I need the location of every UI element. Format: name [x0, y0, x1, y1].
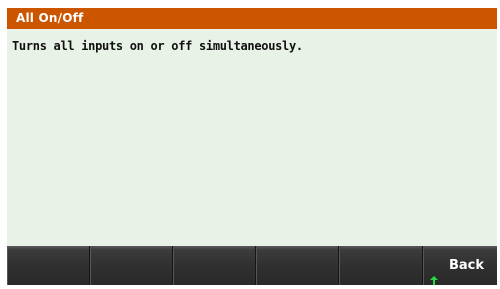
softkey-bar: Back — [7, 246, 497, 285]
back-button[interactable]: Back — [423, 246, 497, 285]
softkey-2[interactable] — [90, 246, 173, 285]
screen-title: All On/Off — [16, 11, 84, 25]
softkey-4[interactable] — [256, 246, 339, 285]
softkey-3[interactable] — [173, 246, 256, 285]
softkey-5[interactable] — [339, 246, 423, 285]
title-bar: All On/Off — [7, 8, 497, 30]
softkey-1[interactable] — [7, 246, 90, 285]
instrument-screen: All On/Off Turns all inputs on or off si… — [7, 8, 497, 285]
help-description: Turns all inputs on or off simultaneousl… — [12, 39, 303, 53]
help-content-area: Turns all inputs on or off simultaneousl… — [7, 30, 497, 247]
up-arrow-icon — [430, 276, 438, 285]
back-button-label: Back — [448, 258, 484, 273]
